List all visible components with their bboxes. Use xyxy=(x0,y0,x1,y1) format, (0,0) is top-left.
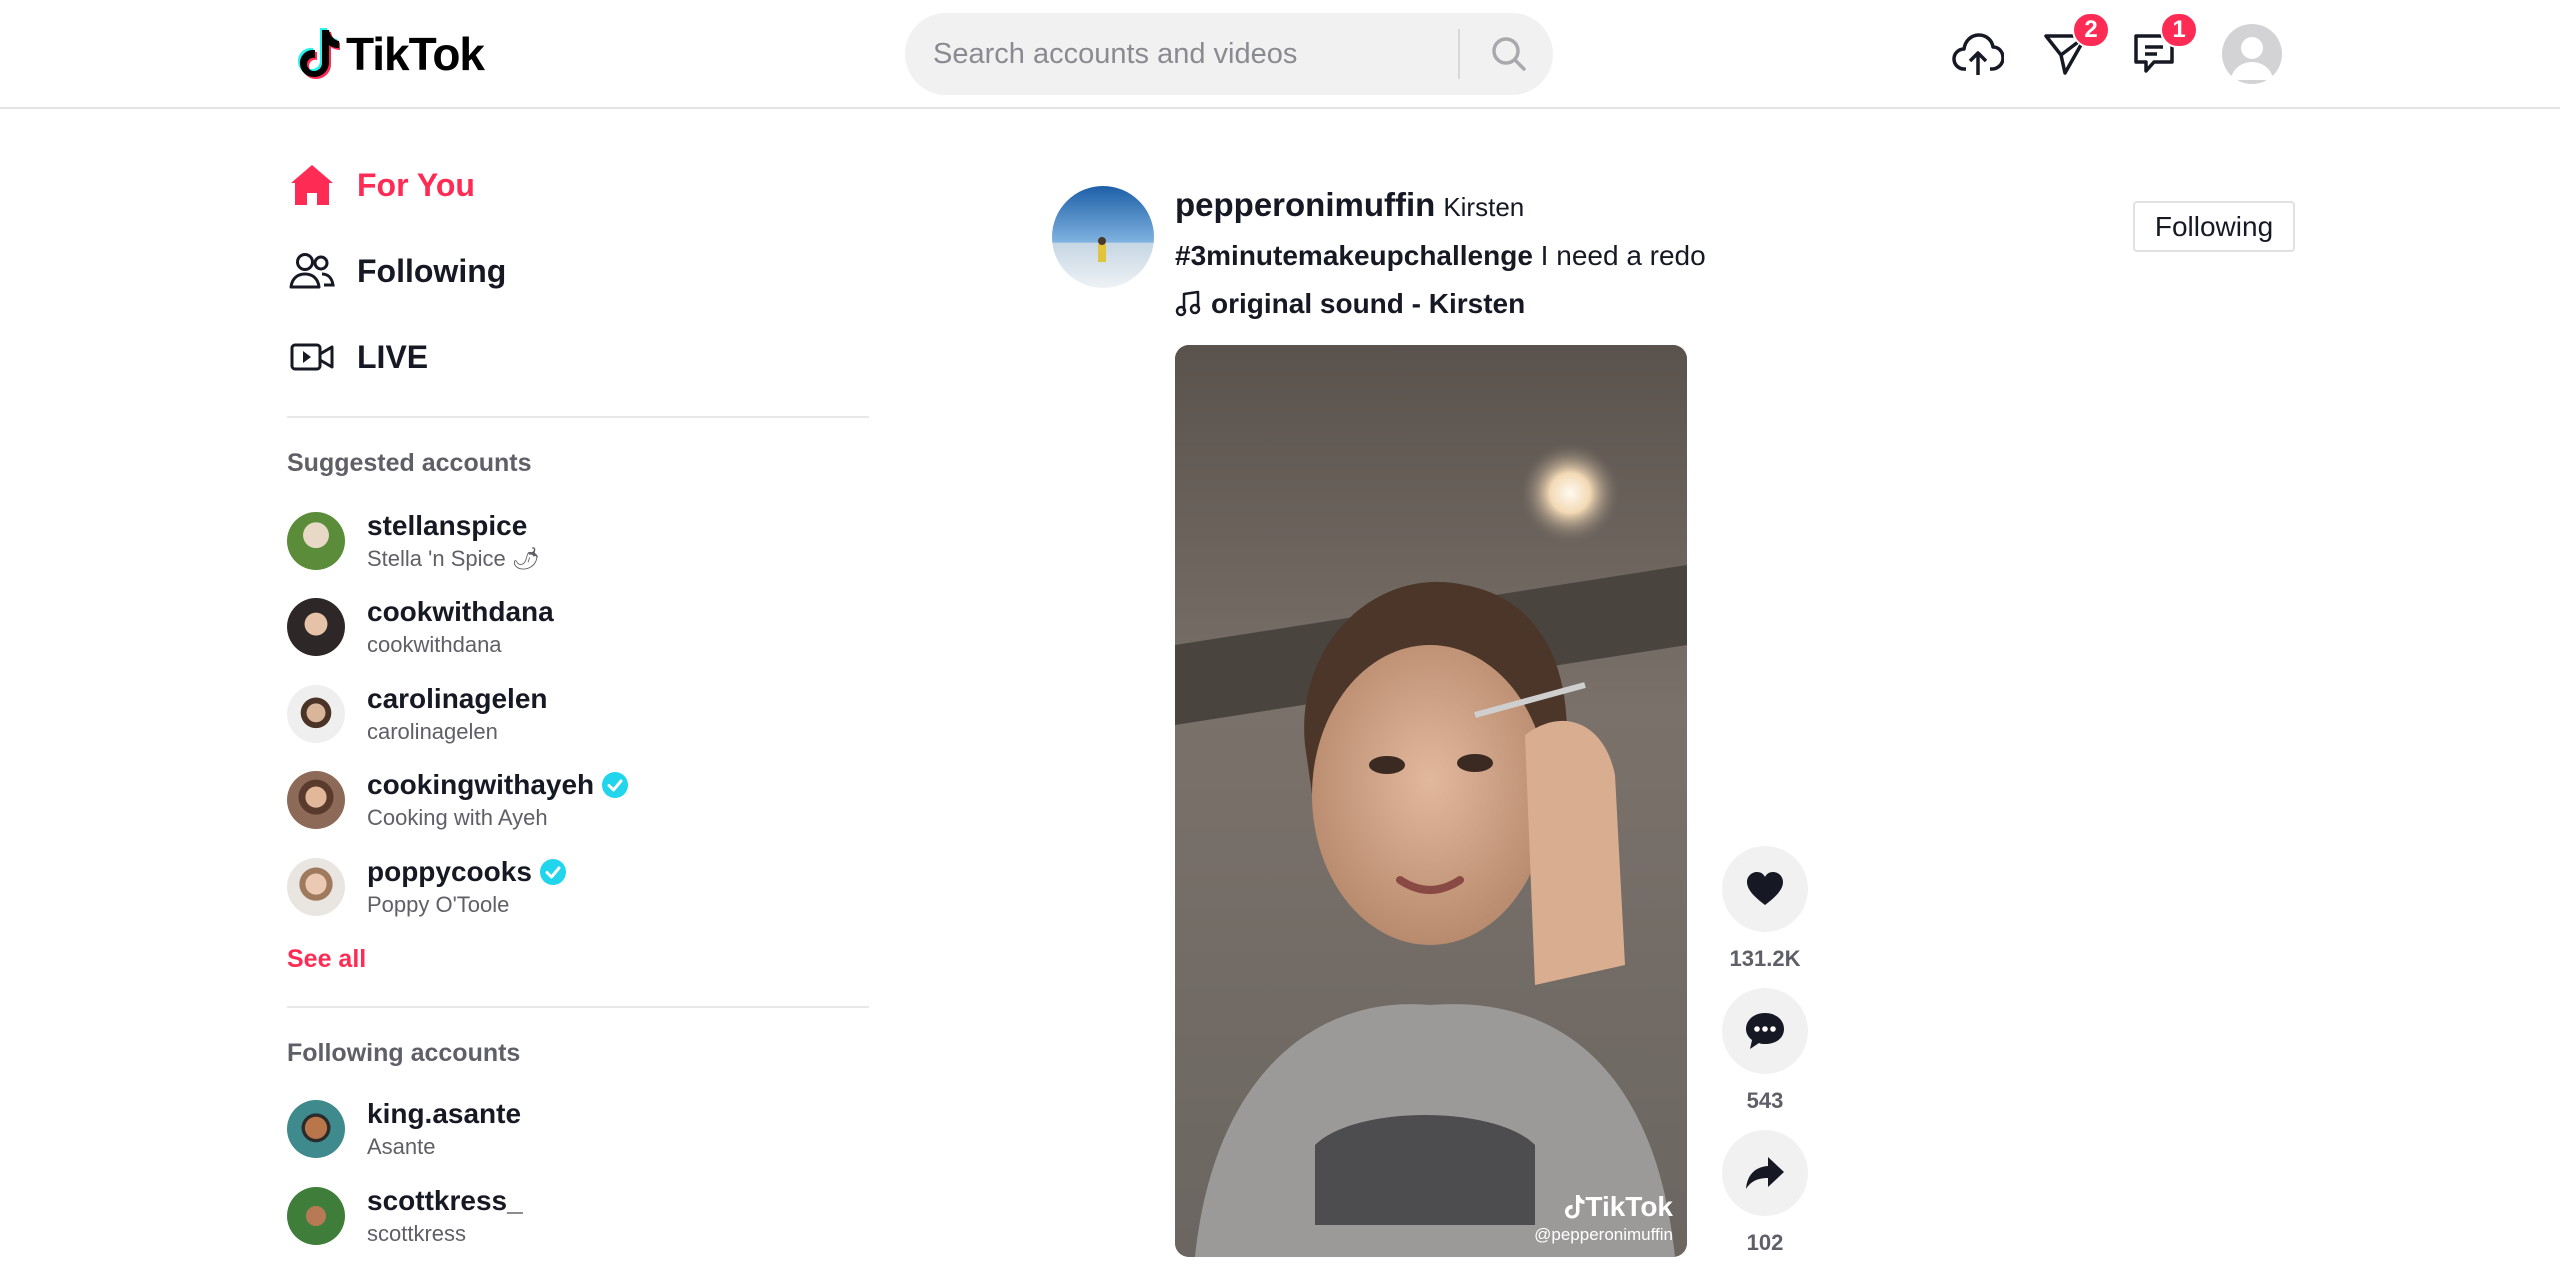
like-action: 131.2K xyxy=(1722,846,1808,972)
video-player[interactable]: TikTok @pepperonimuffin xyxy=(1175,345,1687,1257)
avatar xyxy=(287,1100,345,1158)
account-nickname: Asante xyxy=(367,1134,436,1159)
search-input[interactable] xyxy=(933,13,1453,95)
post-author-avatar[interactable] xyxy=(1052,186,1154,288)
account-username-text: poppycooks xyxy=(367,856,532,887)
logo-text: TikTok xyxy=(346,28,485,80)
watermark-username: @pepperonimuffin xyxy=(1534,1225,1673,1244)
avatar xyxy=(287,512,345,570)
cloud-upload-icon xyxy=(1952,33,2004,75)
post-author-username[interactable]: pepperonimuffin xyxy=(1175,186,1435,224)
messages-button[interactable]: 2 xyxy=(2036,12,2110,84)
see-all-link[interactable]: See all xyxy=(287,945,366,974)
account-username: cookwithdana xyxy=(367,596,554,627)
search-button[interactable] xyxy=(1465,13,1553,95)
share-count: 102 xyxy=(1746,1230,1784,1255)
sound-link[interactable]: original sound - Kirsten xyxy=(1175,288,1706,320)
nav-following[interactable]: Following xyxy=(287,241,506,301)
nav-for-you[interactable]: For You xyxy=(287,155,475,215)
following-account-king-asante[interactable]: king.asante Asante xyxy=(287,1090,869,1168)
avatar xyxy=(287,858,345,916)
post-meta: pepperonimuffin Kirsten #3minutemakeupch… xyxy=(1175,186,1706,320)
avatar xyxy=(287,685,345,743)
verified-badge-icon xyxy=(602,772,629,798)
account-username: king.asante xyxy=(367,1098,522,1129)
following-accounts-title: Following accounts xyxy=(287,1039,521,1067)
account-nickname: scottkress xyxy=(367,1221,467,1246)
account-username: poppycooks xyxy=(367,856,566,888)
like-count: 131.2K xyxy=(1729,946,1801,971)
search-icon xyxy=(1492,37,1526,71)
suggested-account-cookwithdana[interactable]: cookwithdana cookwithdana xyxy=(287,588,869,666)
following-account-scottkress[interactable]: scottkress_ scottkress xyxy=(287,1177,869,1255)
like-button[interactable] xyxy=(1722,846,1808,932)
search-divider xyxy=(1458,29,1460,79)
comment-button[interactable] xyxy=(1722,988,1808,1074)
top-header: TikTok 2 1 xyxy=(0,0,2560,109)
account-nickname: carolinagelen xyxy=(367,719,498,744)
post-caption: #3minutemakeupchallenge I need a redo xyxy=(1175,240,1706,272)
verified-badge-icon xyxy=(539,859,566,885)
sidebar-divider xyxy=(287,416,869,418)
caption-text: I need a redo xyxy=(1532,240,1706,271)
video-watermark: TikTok @pepperonimuffin xyxy=(1534,1191,1673,1245)
share-button[interactable] xyxy=(1722,1130,1808,1216)
nav-live[interactable]: LIVE xyxy=(287,327,428,387)
avatar xyxy=(287,771,345,829)
nav-label: LIVE xyxy=(357,338,429,375)
music-note-icon xyxy=(1175,290,1201,317)
suggested-account-carolinagelen[interactable]: carolinagelen carolinagelen xyxy=(287,675,869,753)
watermark-logo: TikTok xyxy=(1534,1191,1673,1223)
following-button[interactable]: Following xyxy=(2133,201,2295,252)
account-nickname: cookwithdana xyxy=(367,632,502,657)
tiktok-note-icon xyxy=(298,28,340,79)
tiktok-note-icon xyxy=(1565,1195,1585,1219)
avatar xyxy=(287,1187,345,1245)
nav-label: Following xyxy=(357,252,507,289)
profile-avatar[interactable] xyxy=(2222,24,2282,84)
sound-name: original sound - Kirsten xyxy=(1211,288,1526,319)
default-avatar-icon xyxy=(2230,37,2274,80)
nav-label: For You xyxy=(357,166,475,203)
inbox-button[interactable]: 1 xyxy=(2124,12,2198,84)
account-nickname: Poppy O'Toole xyxy=(367,892,510,917)
account-nickname: Stella 'n Spice 🌶 xyxy=(367,546,540,571)
hashtag-link[interactable]: #3minutemakeupchallenge xyxy=(1175,240,1533,271)
comment-count: 543 xyxy=(1746,1088,1784,1113)
sidebar-divider xyxy=(287,1006,869,1008)
account-username: scottkress_ xyxy=(367,1185,523,1216)
live-camera-icon xyxy=(287,332,337,382)
home-icon xyxy=(287,160,337,210)
heart-icon xyxy=(1747,872,1783,905)
post-author-nickname: Kirsten xyxy=(1443,192,1525,222)
suggested-accounts-title: Suggested accounts xyxy=(287,449,532,477)
author-line: pepperonimuffin Kirsten xyxy=(1175,186,1706,224)
account-nickname: Cooking with Ayeh xyxy=(367,805,548,830)
author-avatar-image xyxy=(1052,186,1154,288)
account-username-text: cookingwithayeh xyxy=(367,769,595,800)
suggested-account-poppycooks[interactable]: poppycooks Poppy O'Toole xyxy=(287,848,869,926)
inbox-badge: 1 xyxy=(2160,12,2198,48)
messages-badge: 2 xyxy=(2072,12,2110,48)
left-sidebar: For You Following LIVE Suggested account… xyxy=(287,109,869,1270)
comment-action: 543 xyxy=(1722,988,1808,1114)
people-icon xyxy=(287,246,337,296)
search-bar xyxy=(905,13,1553,95)
avatar xyxy=(287,598,345,656)
comment-icon xyxy=(1746,1013,1784,1049)
account-username: carolinagelen xyxy=(367,683,548,714)
suggested-account-stellanspice[interactable]: stellanspice Stella 'n Spice 🌶 xyxy=(287,502,869,580)
video-frame xyxy=(1175,345,1687,1257)
tiktok-logo[interactable]: TikTok xyxy=(292,24,485,84)
share-action: 102 xyxy=(1722,1130,1808,1256)
share-arrow-icon xyxy=(1746,1157,1784,1189)
upload-button[interactable] xyxy=(1948,24,2008,84)
account-username: cookingwithayeh xyxy=(367,769,629,801)
suggested-account-cookingwithayeh[interactable]: cookingwithayeh Cooking with Ayeh xyxy=(287,761,869,839)
watermark-logo-text: TikTok xyxy=(1585,1191,1673,1222)
account-username: stellanspice xyxy=(367,510,528,541)
